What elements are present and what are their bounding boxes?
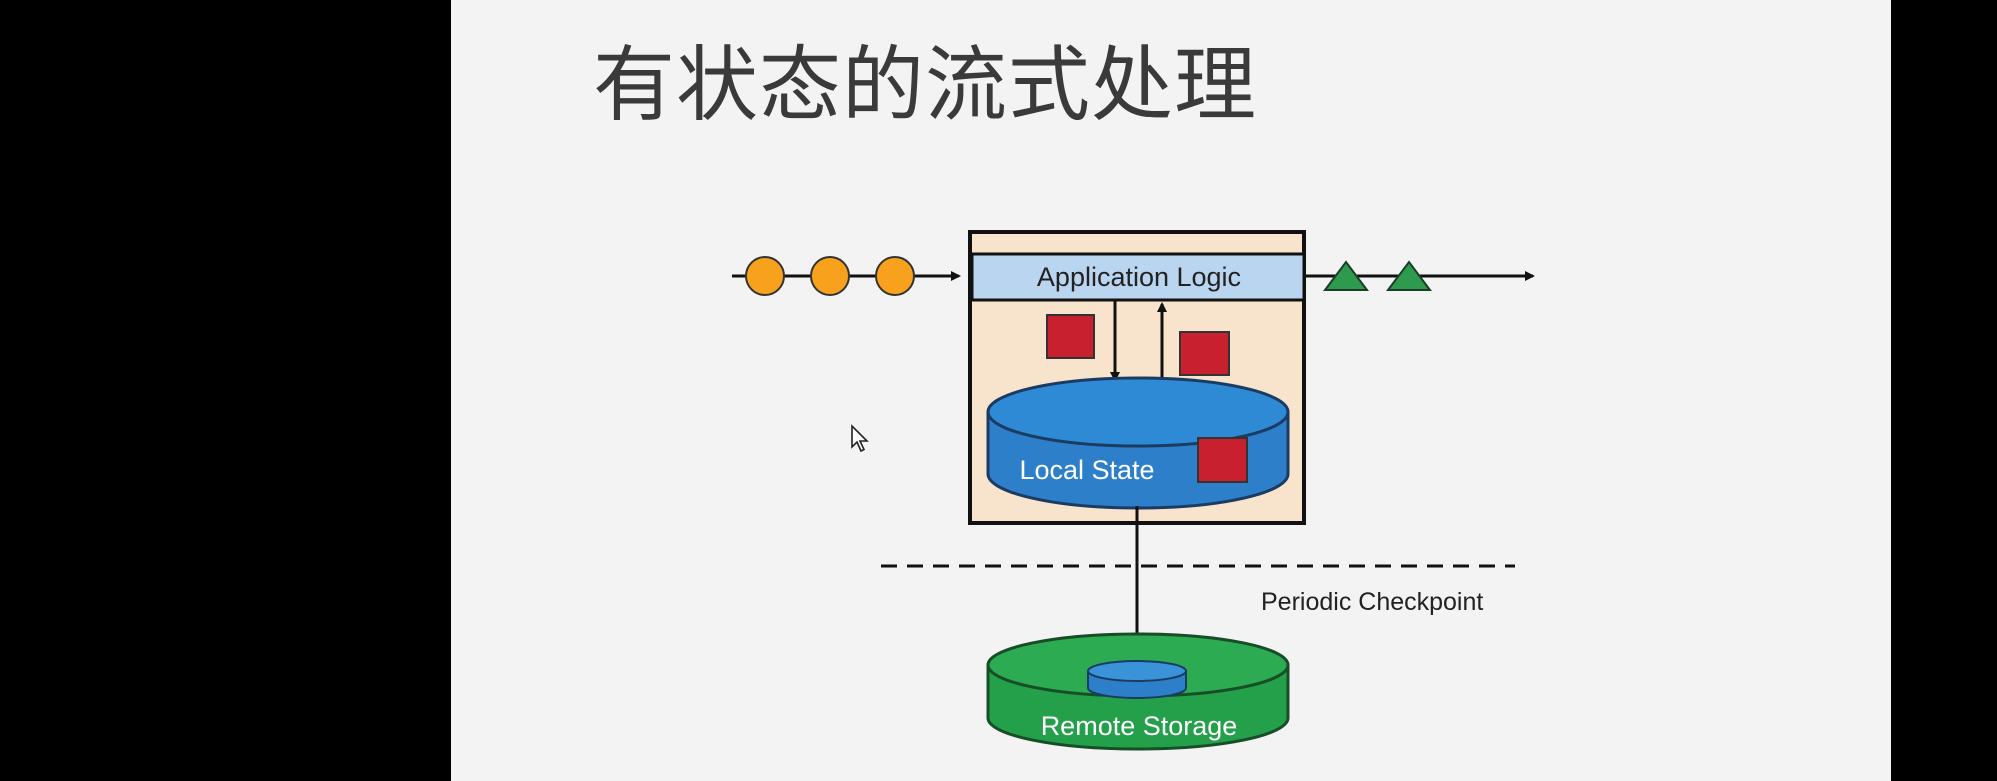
input-events (745, 256, 915, 296)
input-event (810, 256, 850, 296)
input-event (875, 256, 915, 296)
state-item (1197, 437, 1248, 483)
stateful-stream-diagram: Application Logic Local State Periodic C… (732, 230, 1535, 751)
state-item (1046, 314, 1095, 359)
mouse-cursor-icon (851, 424, 869, 453)
application-logic-label: Application Logic (1037, 262, 1241, 292)
checkpoint-label: Periodic Checkpoint (1261, 588, 1483, 616)
input-event (745, 256, 785, 296)
slide: 有状态的流式处理 Application Logic Local State P… (451, 0, 1891, 781)
state-item (1179, 331, 1230, 376)
screen-frame: 有状态的流式处理 Application Logic Local State P… (0, 0, 1997, 781)
remote-storage-label: Remote Storage (1041, 711, 1238, 741)
local-state-label: Local State (1019, 455, 1154, 485)
